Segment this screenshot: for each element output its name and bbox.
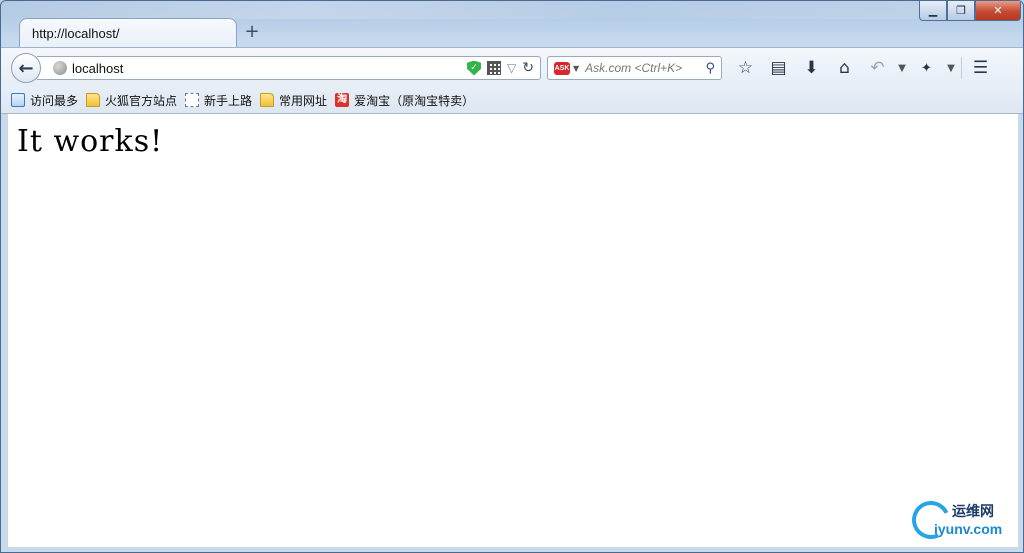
dropdown-icon[interactable]: ▽ xyxy=(507,61,516,75)
qr-code-icon[interactable] xyxy=(487,61,502,75)
window-controls: ▁ ❐ ✕ xyxy=(919,1,1021,21)
window-frame-right xyxy=(1018,114,1023,547)
bookmark-label: 常用网址 xyxy=(279,93,328,108)
minimize-button[interactable]: ▁ xyxy=(919,1,947,21)
search-icon[interactable]: ⚲ xyxy=(705,61,715,76)
back-arrow-icon: ← xyxy=(18,57,34,79)
undo-dropdown-icon[interactable]: ▼ xyxy=(894,54,910,82)
watermark-ring-icon xyxy=(906,495,956,545)
bookmark-most-visited[interactable]: 访问最多 xyxy=(11,92,78,109)
undo-icon[interactable]: ↶ xyxy=(861,54,894,82)
download-icon[interactable]: ⬇ xyxy=(795,54,828,82)
globe-icon[interactable] xyxy=(53,61,67,75)
title-bar-background xyxy=(1,1,1023,19)
dashed-page-icon xyxy=(185,93,200,107)
ask-logo-icon[interactable]: ASK xyxy=(554,61,570,75)
window-frame-bottom xyxy=(1,547,1023,552)
toolbar-buttons: ☆ ▤ ⬇ ⌂ ↶ ▼ ✦ ▼ ☰ xyxy=(729,54,997,82)
tab-localhost[interactable]: http://localhost/ xyxy=(19,18,237,48)
bookmark-label: 爱淘宝（原淘宝特卖） xyxy=(354,93,475,108)
close-button[interactable]: ✕ xyxy=(975,1,1021,21)
bookmark-common-sites[interactable]: 常用网址 xyxy=(260,92,327,109)
folder-icon xyxy=(86,93,101,107)
taobao-icon: 淘 xyxy=(335,93,350,107)
url-text[interactable]: localhost xyxy=(72,61,467,76)
page-content: It works! 运维网 iyunv.com xyxy=(8,114,1018,547)
new-tab-button[interactable]: + xyxy=(243,21,261,43)
folder-icon xyxy=(260,93,275,107)
tab-title: http://localhost/ xyxy=(32,26,120,41)
navigation-toolbar: localhost ✓ ▽ ↻ ← ASK ▼ Ask.com <Ctrl+K>… xyxy=(1,47,1023,87)
back-button[interactable]: ← xyxy=(11,53,41,83)
search-engine-dropdown-icon[interactable]: ▼ xyxy=(573,64,579,73)
toolbar-separator xyxy=(961,57,962,79)
bookmark-label: 火狐官方站点 xyxy=(105,93,178,108)
window-frame-left xyxy=(1,114,8,547)
bookmarks-bar: 访问最多 火狐官方站点 新手上路 常用网址 淘 爱淘宝（原淘宝特卖） xyxy=(1,87,1023,114)
bookmark-label: 新手上路 xyxy=(204,93,253,108)
star-icon[interactable]: ☆ xyxy=(729,54,762,82)
search-input[interactable]: Ask.com <Ctrl+K> xyxy=(585,61,705,75)
home-icon[interactable]: ⌂ xyxy=(828,54,861,82)
watermark-logo: 运维网 iyunv.com xyxy=(906,495,1012,545)
watermark-bottom-text: iyunv.com xyxy=(934,521,1003,537)
page-heading: It works! xyxy=(17,124,164,159)
bookmark-firefox-official[interactable]: 火狐官方站点 xyxy=(86,92,177,109)
reload-icon[interactable]: ↻ xyxy=(522,60,534,76)
browser-window: http://localhost/ + ▁ ❐ ✕ localhost ✓ ▽ … xyxy=(0,0,1024,553)
most-visited-icon xyxy=(11,93,25,107)
url-bar-actions: ✓ ▽ ↻ xyxy=(467,60,540,76)
bookmark-label: 访问最多 xyxy=(30,93,79,108)
menu-icon[interactable]: ☰ xyxy=(964,54,997,82)
watermark-top-text: 运维网 xyxy=(952,504,994,520)
url-bar[interactable]: localhost ✓ ▽ ↻ xyxy=(37,56,541,80)
security-shield-icon[interactable]: ✓ xyxy=(467,60,482,76)
extension-dropdown-icon[interactable]: ▼ xyxy=(943,54,959,82)
reading-list-icon[interactable]: ▤ xyxy=(762,54,795,82)
bookmark-aitaobao[interactable]: 淘 爱淘宝（原淘宝特卖） xyxy=(335,92,474,109)
extension-icon[interactable]: ✦ xyxy=(910,54,943,82)
tab-strip: http://localhost/ + ▁ ❐ ✕ xyxy=(1,1,1023,48)
bookmark-getting-started[interactable]: 新手上路 xyxy=(185,92,252,109)
search-bar[interactable]: ASK ▼ Ask.com <Ctrl+K> ⚲ xyxy=(547,56,722,80)
maximize-button[interactable]: ❐ xyxy=(947,1,975,21)
